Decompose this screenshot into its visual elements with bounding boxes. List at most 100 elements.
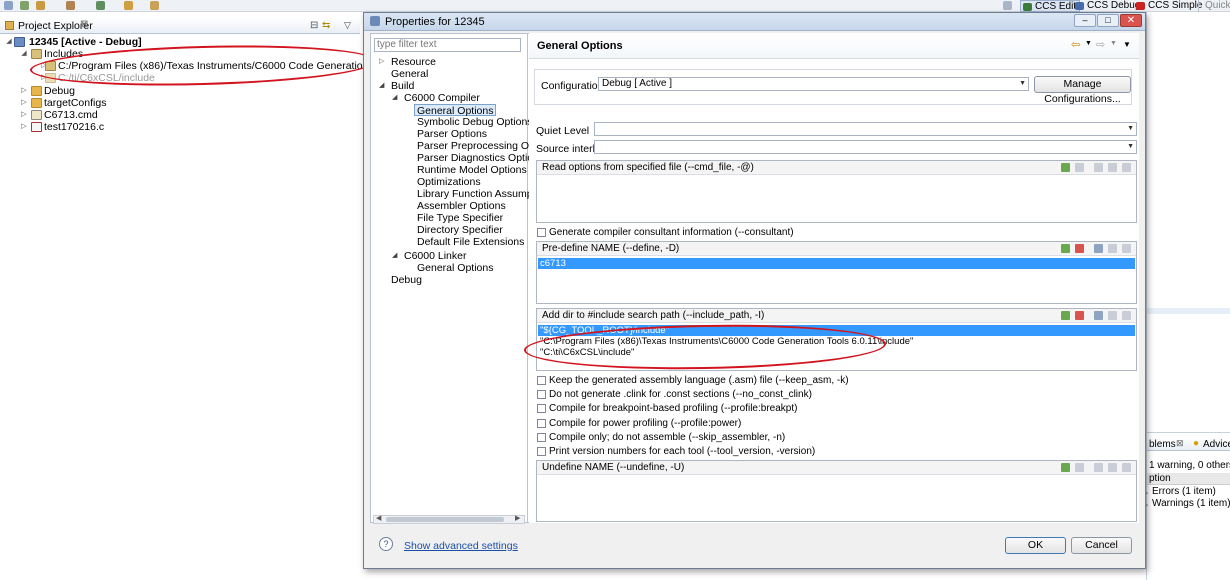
source-interlist-select[interactable]: ▼	[594, 140, 1137, 154]
checkbox-box[interactable]	[537, 228, 546, 237]
delete-icon[interactable]	[1075, 244, 1084, 253]
scroll-right-icon[interactable]: ▶	[515, 514, 520, 522]
move-up-icon[interactable]	[1108, 244, 1117, 253]
print-icon[interactable]	[36, 1, 45, 10]
nav-item-parser-diagnostics[interactable]: Parser Diagnostics Options	[417, 152, 544, 164]
consultant-checkbox[interactable]: Generate compiler consultant information…	[537, 227, 794, 239]
ok-button[interactable]: OK	[1005, 537, 1066, 554]
close-icon[interactable]: ⊠	[80, 19, 88, 30]
expand-icon[interactable]: ◢	[392, 250, 397, 262]
cancel-button[interactable]: Cancel	[1071, 537, 1132, 554]
expand-icon[interactable]: ▷	[379, 56, 384, 68]
open-perspective-icon[interactable]	[1003, 1, 1012, 10]
save-icon[interactable]	[20, 1, 29, 10]
add-icon[interactable]	[1061, 463, 1070, 472]
nav-item-compiler-general-options[interactable]: General Options	[414, 104, 497, 117]
edit-icon[interactable]	[1094, 311, 1103, 320]
expand-icon[interactable]: ◢	[5, 36, 13, 48]
dialog-title-bar[interactable]: Properties for 12345 – □ ✕	[364, 13, 1145, 31]
nav-item-runtime-model[interactable]: Runtime Model Options	[417, 164, 527, 176]
perspective-ccs-edit[interactable]: CCS Edit	[1020, 0, 1081, 12]
back-menu-icon[interactable]: ▼	[1085, 40, 1092, 47]
delete-icon[interactable]	[1075, 463, 1084, 472]
add-icon[interactable]	[1061, 311, 1070, 320]
project-explorer-tab[interactable]: Project Explorer ⊠ ⊟ ⇆ ▽	[0, 18, 360, 34]
link-with-editor-icon[interactable]: ⇆	[322, 20, 330, 31]
maximize-button[interactable]: □	[1097, 14, 1119, 27]
nav-item-parser-options[interactable]: Parser Options	[417, 128, 487, 140]
checkbox-box[interactable]	[537, 390, 546, 399]
back-arrow-icon[interactable]: ⇦	[1071, 38, 1080, 51]
build-hammer-icon[interactable]	[66, 1, 75, 10]
expand-icon[interactable]: ◢	[379, 80, 384, 92]
help-icon[interactable]: ?	[379, 537, 393, 551]
flash-icon[interactable]	[124, 1, 133, 10]
nav-item-default-file-extensions[interactable]: Default File Extensions	[417, 236, 524, 248]
view-menu-icon[interactable]: ▽	[344, 20, 351, 31]
profile-power-checkbox[interactable]: Compile for power profiling (--profile:p…	[537, 418, 741, 430]
nav-item-compiler[interactable]: ◢ C6000 Compiler	[392, 92, 480, 104]
edit-icon[interactable]	[1094, 463, 1103, 472]
nav-item-resource[interactable]: ▷ Resource	[379, 56, 436, 68]
nav-item-linker-general-options[interactable]: General Options	[417, 262, 493, 274]
nav-item-debug[interactable]: Debug	[391, 274, 422, 286]
scrollbar-thumb[interactable]	[386, 517, 504, 522]
move-down-icon[interactable]	[1122, 163, 1131, 172]
nav-horizontal-scrollbar[interactable]: ◀ ▶	[373, 515, 525, 524]
expand-icon[interactable]: ◢	[392, 92, 397, 104]
expand-icon[interactable]: ▷	[20, 121, 28, 133]
search-icon[interactable]	[150, 1, 159, 10]
move-down-icon[interactable]	[1122, 311, 1131, 320]
checkbox-box[interactable]	[537, 404, 546, 413]
tool-version-checkbox[interactable]: Print version numbers for each tool (--t…	[537, 446, 815, 458]
edit-icon[interactable]	[1094, 163, 1103, 172]
forward-menu-icon[interactable]: ▼	[1110, 40, 1117, 47]
expand-icon[interactable]: ▷	[20, 97, 28, 109]
show-advanced-settings-link[interactable]: Show advanced settings	[404, 540, 518, 552]
scroll-left-icon[interactable]: ◀	[376, 514, 381, 522]
add-icon[interactable]	[1061, 244, 1070, 253]
checkbox-box[interactable]	[537, 433, 546, 442]
filter-input[interactable]: type filter text	[374, 38, 521, 52]
perspective-ccs-simple[interactable]: CCS Simple	[1134, 0, 1205, 12]
collapse-all-icon[interactable]: ⊟	[310, 20, 318, 31]
quiet-level-select[interactable]: ▼	[594, 122, 1137, 136]
move-down-icon[interactable]	[1122, 244, 1131, 253]
close-button[interactable]: ✕	[1120, 14, 1142, 27]
move-up-icon[interactable]	[1108, 311, 1117, 320]
nav-item-general[interactable]: General	[391, 68, 428, 80]
errors-row[interactable]: ▷ Errors (1 item)	[1143, 486, 1230, 498]
perspective-ccs-debug[interactable]: CCS Debug	[1073, 0, 1143, 12]
configuration-select[interactable]: Debug [ Active ] ▼	[598, 77, 1029, 91]
no-const-clink-checkbox[interactable]: Do not generate .clink for .const sectio…	[537, 389, 812, 401]
move-up-icon[interactable]	[1108, 463, 1117, 472]
nav-item-optimizations[interactable]: Optimizations	[417, 176, 481, 188]
checkbox-box[interactable]	[537, 376, 546, 385]
nav-item-linker[interactable]: ◢ C6000 Linker	[392, 250, 466, 262]
expand-icon[interactable]: ▷	[20, 109, 28, 121]
nav-item-assembler-options[interactable]: Assembler Options	[417, 200, 506, 212]
warnings-row[interactable]: ▷ Warnings (1 item)	[1143, 498, 1230, 510]
close-icon[interactable]: ⊠	[1176, 438, 1184, 449]
advice-tab[interactable]: Advice	[1203, 439, 1230, 450]
skip-assembler-checkbox[interactable]: Compile only; do not assemble (--skip_as…	[537, 432, 785, 444]
forward-arrow-icon[interactable]: ⇨	[1096, 38, 1105, 51]
checkbox-box[interactable]	[537, 419, 546, 428]
quick-access-input[interactable]: Quick	[1198, 0, 1230, 12]
description-column[interactable]: ption	[1149, 473, 1171, 484]
problems-tab[interactable]: blems	[1149, 439, 1176, 450]
manage-configurations-button[interactable]: Manage Configurations...	[1034, 76, 1131, 105]
keep-asm-checkbox[interactable]: Keep the generated assembly language (.a…	[537, 375, 849, 387]
nav-item-file-type-specifier[interactable]: File Type Specifier	[417, 212, 503, 224]
nav-item-directory-specifier[interactable]: Directory Specifier	[417, 224, 503, 236]
edit-icon[interactable]	[1094, 244, 1103, 253]
new-icon[interactable]	[4, 1, 13, 10]
move-down-icon[interactable]	[1122, 463, 1131, 472]
expand-icon[interactable]: ◢	[20, 48, 28, 60]
view-menu-icon[interactable]: ▼	[1123, 40, 1131, 49]
predefine-item[interactable]: c6713	[538, 258, 1135, 269]
delete-icon[interactable]	[1075, 311, 1084, 320]
move-up-icon[interactable]	[1108, 163, 1117, 172]
minimize-button[interactable]: –	[1074, 14, 1096, 27]
delete-icon[interactable]	[1075, 163, 1084, 172]
